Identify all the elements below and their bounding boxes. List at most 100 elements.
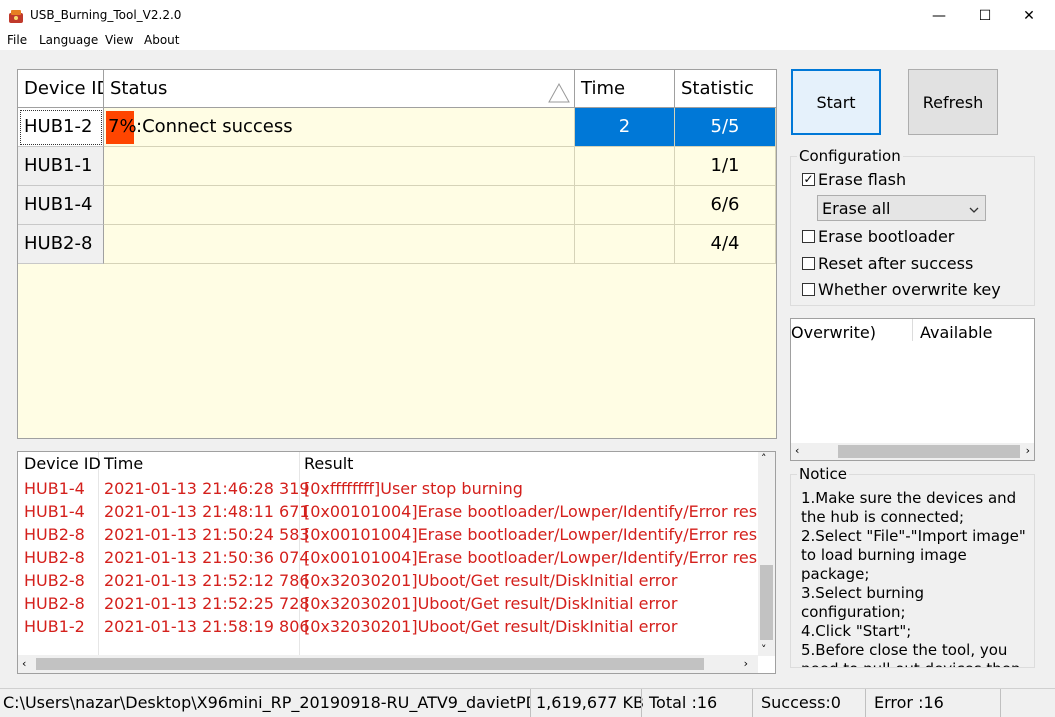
close-button[interactable]: ✕ [1006, 0, 1052, 32]
key-table[interactable]: Overwrite) Available ‹ › [790, 318, 1035, 461]
scroll-up-icon[interactable]: ˄ [761, 452, 767, 465]
log-time: 2021-01-13 21:50:24 583 [104, 525, 310, 544]
image-path: C:\Users\nazar\Desktop\X96mini_RP_201909… [3, 693, 530, 712]
log-hscrollbar[interactable]: ‹ › [18, 655, 758, 673]
log-row[interactable]: HUB2-8 2021-01-13 21:52:25 728 [0x320302… [18, 592, 758, 615]
log-row[interactable]: HUB2-8 2021-01-13 21:50:24 583 [0x001010… [18, 523, 775, 546]
notice-title: Notice [797, 465, 849, 483]
erase-mode-value: Erase all [822, 199, 891, 218]
log-result: [0x32030201]Uboot/Get result/DiskInitial… [304, 594, 678, 613]
log-header-result[interactable]: Result [304, 454, 353, 473]
log-time: 2021-01-13 21:50:36 074 [104, 548, 310, 567]
log-row[interactable]: HUB1-4 2021-01-13 21:48:11 671 [0x001010… [18, 500, 775, 523]
menu-language[interactable]: Language [39, 33, 98, 47]
log-time: 2021-01-13 21:52:25 728 [104, 594, 310, 613]
row-time [575, 186, 675, 225]
log-result: [0x00101004]Erase bootloader/Lowper/Iden… [304, 548, 776, 567]
total-count: Total :16 [649, 693, 718, 712]
log-list[interactable]: Device ID Time Result HUB1-4 2021-01-13 … [17, 451, 776, 674]
row-status: 7% :Connect success [104, 108, 575, 147]
status-divider [752, 689, 753, 717]
log-device: HUB2-8 [24, 525, 85, 544]
log-result: [0x32030201]Uboot/Get result/DiskInitial… [304, 571, 678, 590]
log-time: 2021-01-13 21:46:28 319 [104, 479, 310, 498]
row-statistic: 4/4 [675, 225, 776, 264]
start-button[interactable]: Start [791, 69, 881, 135]
scroll-down-icon[interactable]: ˅ [761, 643, 767, 656]
row-status [104, 147, 575, 186]
menu-file[interactable]: File [7, 33, 27, 47]
log-result: [0x00101004]Erase bootloader/Lowper/Iden… [304, 502, 776, 521]
minimize-button[interactable]: — [916, 0, 962, 32]
column-header-time[interactable]: Time [575, 70, 675, 108]
row-device-id: HUB2-8 [18, 225, 104, 264]
reset-after-success-checkbox[interactable] [802, 257, 815, 270]
sort-triangle-icon [548, 79, 570, 107]
column-header-device-id[interactable]: Device ID [18, 70, 104, 108]
key-table-header-overwrite[interactable]: Overwrite) [791, 323, 876, 342]
refresh-button[interactable]: Refresh [908, 69, 998, 135]
scroll-right-icon[interactable]: › [1026, 444, 1030, 457]
key-table-divider [912, 319, 913, 341]
row-time [575, 225, 675, 264]
window-title: USB_Burning_Tool_V2.2.0 [30, 8, 182, 22]
log-header-device-id[interactable]: Device ID [24, 454, 101, 473]
row-time [575, 147, 675, 186]
maximize-button[interactable]: ☐ [962, 0, 1008, 32]
log-time: 2021-01-13 21:48:11 671 [104, 502, 310, 521]
row-status [104, 225, 575, 264]
error-count: Error :16 [874, 693, 944, 712]
title-bar: USB_Burning_Tool_V2.2.0 — ☐ ✕ [0, 0, 1055, 32]
chevron-down-icon [968, 201, 980, 220]
row-device-id: HUB1-4 [18, 186, 104, 225]
scroll-right-icon[interactable]: › [744, 657, 748, 670]
column-header-status-label: Status [110, 78, 168, 99]
log-time: 2021-01-13 21:58:19 806 [104, 617, 310, 636]
row-device-id: HUB1-1 [18, 147, 104, 186]
log-result: [0x32030201]Uboot/Get result/DiskInitial… [304, 617, 678, 636]
log-device: HUB1-4 [24, 479, 85, 498]
status-bar: C:\Users\nazar\Desktop\X96mini_RP_201909… [0, 688, 1055, 717]
log-header-time[interactable]: Time [104, 454, 143, 473]
row-statistic: 1/1 [675, 147, 776, 186]
log-vscrollbar[interactable]: ˄ ˅ [758, 452, 775, 656]
log-result: [0x00101004]Erase bootloader/Lowper/Iden… [304, 525, 776, 544]
status-text: :Connect success [136, 116, 293, 137]
erase-flash-checkbox[interactable]: ✓ [802, 173, 815, 186]
status-divider [530, 689, 531, 717]
success-count: Success:0 [761, 693, 841, 712]
log-device: HUB2-8 [24, 548, 85, 567]
log-device: HUB1-2 [24, 617, 85, 636]
image-size: 1,619,677 KB [536, 693, 644, 712]
key-table-header-available[interactable]: Available [920, 323, 992, 342]
erase-bootloader-checkbox[interactable] [802, 230, 815, 243]
configuration-title: Configuration [797, 147, 903, 165]
log-device: HUB2-8 [24, 571, 85, 590]
log-row[interactable]: HUB2-8 2021-01-13 21:50:36 074 [0x001010… [18, 546, 775, 569]
row-device-id: HUB1-2 [18, 108, 104, 147]
log-row[interactable]: HUB1-4 2021-01-13 21:46:28 319 [0xffffff… [18, 477, 758, 500]
log-device: HUB1-4 [24, 502, 85, 521]
notice-group: 1.Make sure the devices and the hub is c… [790, 474, 1035, 668]
column-header-statistic[interactable]: Statistic [675, 70, 776, 108]
notice-text: 1.Make sure the devices and the hub is c… [801, 489, 1026, 667]
menu-about[interactable]: About [144, 33, 179, 47]
menu-view[interactable]: View [105, 33, 133, 47]
scroll-left-icon[interactable]: ‹ [22, 657, 26, 670]
row-statistic: 6/6 [675, 186, 776, 225]
scroll-thumb[interactable] [36, 658, 704, 670]
scroll-thumb[interactable] [760, 565, 773, 640]
scroll-thumb[interactable] [838, 445, 1020, 458]
key-table-hscrollbar[interactable]: ‹ › [791, 443, 1034, 460]
log-time: 2021-01-13 21:52:12 786 [104, 571, 310, 590]
row-status [104, 186, 575, 225]
log-row[interactable]: HUB2-8 2021-01-13 21:52:12 786 [0x320302… [18, 569, 758, 592]
log-device: HUB2-8 [24, 594, 85, 613]
erase-mode-select[interactable]: Erase all [817, 195, 986, 221]
column-header-status[interactable]: Status [104, 70, 575, 108]
status-divider [865, 689, 866, 717]
overwrite-key-label: Whether overwrite key [818, 280, 1001, 299]
overwrite-key-checkbox[interactable] [802, 283, 815, 296]
scroll-left-icon[interactable]: ‹ [795, 444, 799, 457]
log-row[interactable]: HUB1-2 2021-01-13 21:58:19 806 [0x320302… [18, 615, 758, 638]
